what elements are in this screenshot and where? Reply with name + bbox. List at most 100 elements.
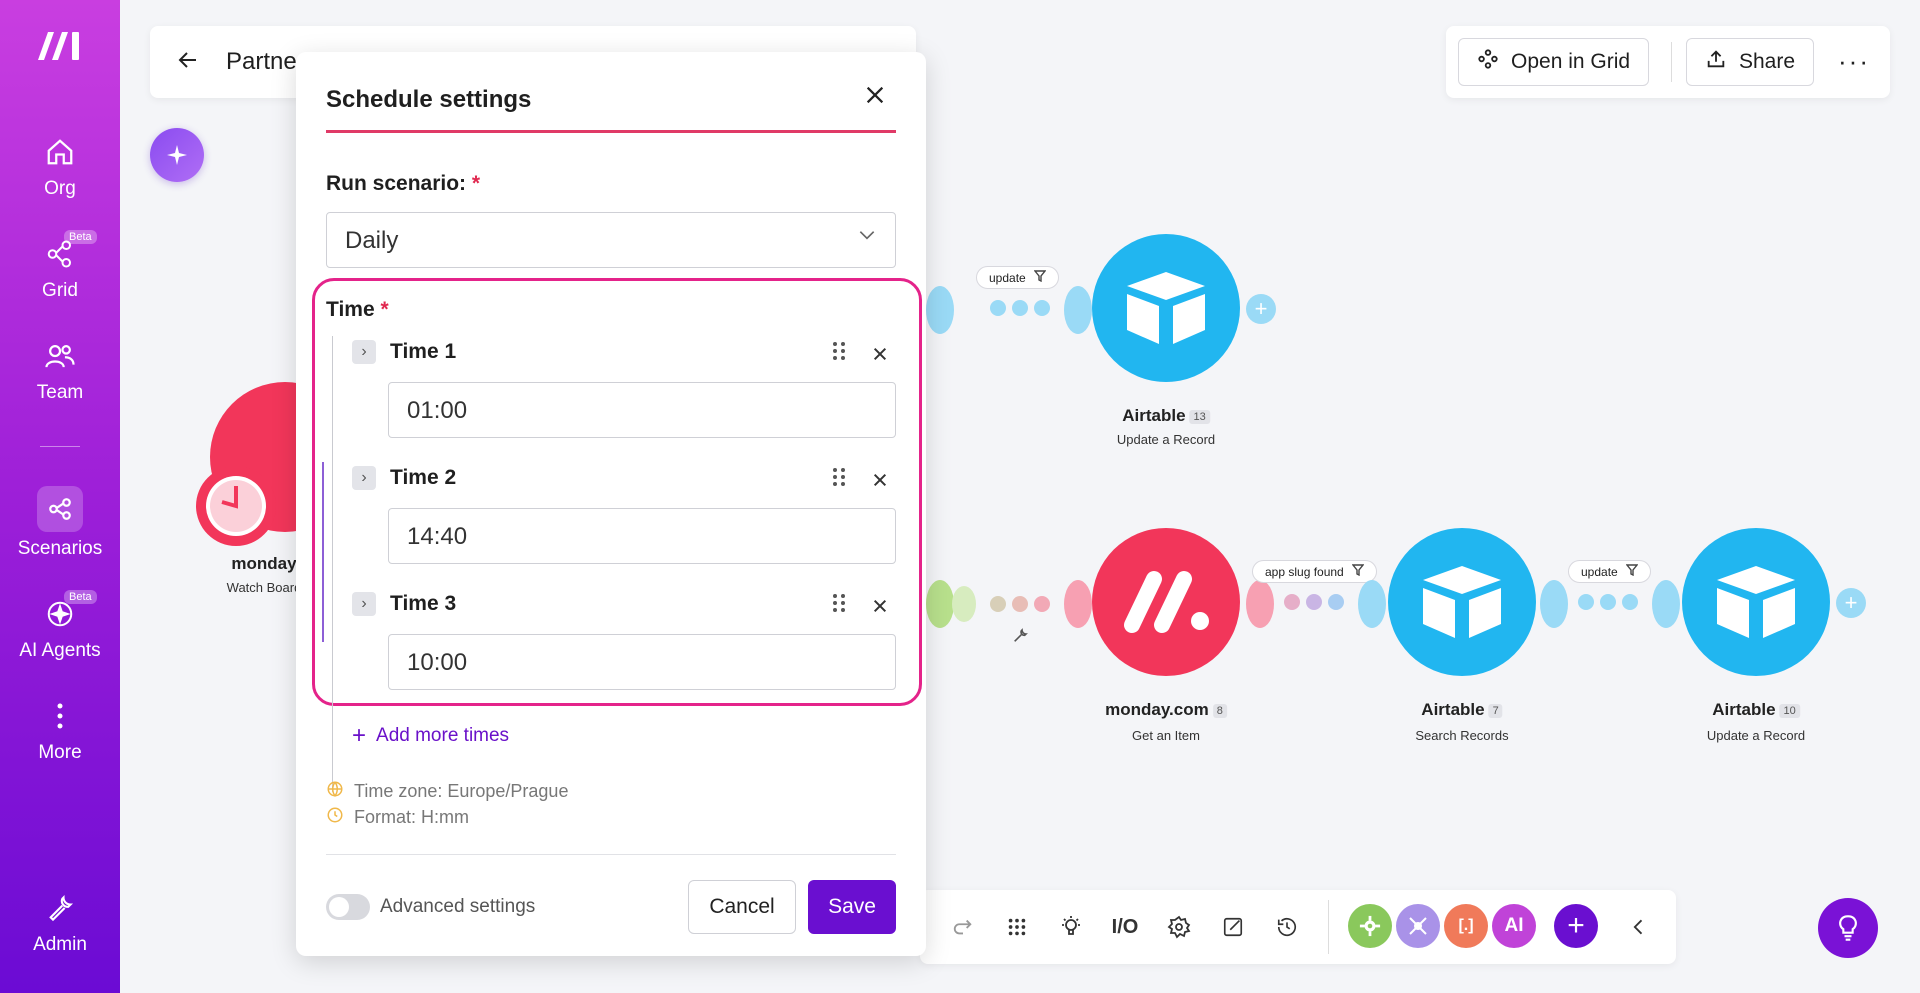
- tools-gear-icon[interactable]: [1348, 904, 1392, 948]
- more-horizontal-icon[interactable]: ···: [1838, 46, 1870, 77]
- lightbulb-icon[interactable]: [1056, 912, 1086, 942]
- schedule-settings-dialog: Schedule settings Run scenario: * Daily …: [296, 52, 926, 956]
- share-button[interactable]: Share: [1686, 38, 1815, 86]
- title-underline: [326, 130, 896, 133]
- add-module-icon[interactable]: +: [1246, 294, 1276, 324]
- chevron-right-icon[interactable]: ›: [352, 340, 376, 364]
- settings-icon[interactable]: [1164, 912, 1194, 942]
- sidebar-item-scenarios[interactable]: Scenarios: [0, 486, 120, 560]
- wrench-icon[interactable]: [1012, 628, 1028, 649]
- time-item-label: Time 2: [390, 466, 457, 489]
- add-more-times-button[interactable]: + Add more times: [352, 722, 509, 750]
- filter-icon: [1625, 564, 1639, 579]
- sidebar-item-label: Scenarios: [17, 538, 103, 559]
- monday-node-8[interactable]: [1092, 528, 1240, 676]
- ai-tools-icon[interactable]: AI: [1492, 904, 1536, 948]
- connector-ear: [1064, 286, 1092, 334]
- connection-dot: [1600, 594, 1616, 610]
- history-icon[interactable]: [1272, 912, 1302, 942]
- filter-pill[interactable]: update: [976, 266, 1059, 289]
- text-parser-icon[interactable]: [.]: [1444, 904, 1488, 948]
- time-3-input[interactable]: 10:00: [388, 634, 896, 690]
- time-1-input[interactable]: 01:00: [388, 382, 896, 438]
- airtable-box-icon: [1423, 566, 1501, 638]
- lightbulb-icon: [1839, 915, 1857, 941]
- drag-handle-icon[interactable]: [832, 592, 846, 620]
- connector-ear: [1064, 580, 1092, 628]
- ai-assistant-button[interactable]: [150, 128, 204, 182]
- share-label: Share: [1739, 50, 1796, 73]
- airtable-box-icon: [1717, 566, 1795, 638]
- sidebar-item-team[interactable]: Team: [0, 336, 120, 404]
- sidebar-item-admin[interactable]: Admin: [0, 888, 120, 956]
- sidebar-item-more[interactable]: More: [0, 696, 120, 764]
- chevron-right-icon[interactable]: ›: [352, 466, 376, 490]
- close-icon[interactable]: [864, 82, 886, 112]
- connection-dot: [1622, 594, 1638, 610]
- share-nodes-icon: [37, 486, 83, 532]
- team-icon: [40, 336, 80, 376]
- cancel-button[interactable]: Cancel: [688, 880, 796, 934]
- toolbar-divider: [1328, 900, 1329, 954]
- io-icon[interactable]: I/O: [1110, 912, 1140, 942]
- airtable-node-10[interactable]: [1682, 528, 1830, 676]
- plus-icon: +: [352, 722, 367, 749]
- grid-nodes-icon: [1477, 48, 1499, 76]
- redo-icon[interactable]: [948, 912, 978, 942]
- sidebar-item-grid[interactable]: Beta Grid: [0, 230, 120, 302]
- sidebar-item-org[interactable]: Org: [0, 132, 120, 200]
- chevron-left-icon[interactable]: [1624, 912, 1654, 942]
- connector-ear: [1358, 580, 1386, 628]
- filter-pill[interactable]: update: [1568, 560, 1651, 583]
- format-text: Format: H:mm: [354, 807, 469, 827]
- time-item-label: Time 3: [390, 592, 457, 615]
- open-in-grid-button[interactable]: Open in Grid: [1458, 38, 1650, 86]
- filter-pill[interactable]: app slug found: [1252, 560, 1377, 583]
- chevron-right-icon[interactable]: ›: [352, 592, 376, 616]
- connector-ear: [1246, 580, 1274, 628]
- connection-dot: [1012, 596, 1028, 612]
- sidebar-item-label: Team: [36, 382, 84, 403]
- airtable-box-icon: [1127, 272, 1205, 344]
- chevron-down-icon: [857, 225, 877, 251]
- connector-ear: [1540, 580, 1568, 628]
- remove-time-icon[interactable]: [872, 594, 888, 620]
- save-button[interactable]: Save: [808, 880, 896, 934]
- advanced-settings-toggle[interactable]: [326, 894, 370, 920]
- hint-button[interactable]: [1818, 898, 1878, 958]
- format-info: Format: H:mm: [326, 806, 469, 829]
- sidebar-divider: [40, 446, 80, 447]
- node-sublabel: Get an Item: [1132, 728, 1200, 743]
- node-label: monday.com 8: [1105, 700, 1227, 720]
- flow-control-icon[interactable]: [1396, 904, 1440, 948]
- remove-time-icon[interactable]: [872, 342, 888, 368]
- share-icon: [1705, 48, 1727, 76]
- filter-label: update: [1581, 564, 1618, 579]
- tree-connector: [332, 336, 333, 792]
- airtable-node-13[interactable]: [1092, 234, 1240, 382]
- auto-align-icon[interactable]: [1002, 912, 1032, 942]
- connection-dot: [1012, 300, 1028, 316]
- remove-time-icon[interactable]: [872, 468, 888, 494]
- connection-dot: [990, 300, 1006, 316]
- notes-icon[interactable]: [1218, 912, 1248, 942]
- airtable-node-7[interactable]: [1388, 528, 1536, 676]
- drag-handle-icon[interactable]: [832, 466, 846, 494]
- select-value: Daily: [345, 227, 399, 254]
- more-vertical-icon: [40, 696, 80, 736]
- connection-dot: [1306, 594, 1322, 610]
- timezone-info: Time zone: Europe/Prague: [326, 780, 568, 803]
- run-scenario-select[interactable]: Daily: [326, 212, 896, 268]
- grid-nodes-icon: Beta: [40, 230, 97, 274]
- time-2-input[interactable]: 14:40: [388, 508, 896, 564]
- make-logo[interactable]: [34, 26, 86, 66]
- drag-handle-icon[interactable]: [832, 340, 846, 368]
- sidebar-item-ai-agents[interactable]: Beta AI Agents: [0, 590, 120, 662]
- clock-icon[interactable]: [196, 466, 276, 546]
- footer-divider: [326, 854, 896, 855]
- add-module-icon[interactable]: +: [1836, 588, 1866, 618]
- node-label: Airtable 7: [1421, 700, 1503, 720]
- scenario-title[interactable]: Partne: [226, 48, 297, 76]
- back-arrow-icon[interactable]: [176, 48, 200, 79]
- add-icon[interactable]: +: [1554, 904, 1598, 948]
